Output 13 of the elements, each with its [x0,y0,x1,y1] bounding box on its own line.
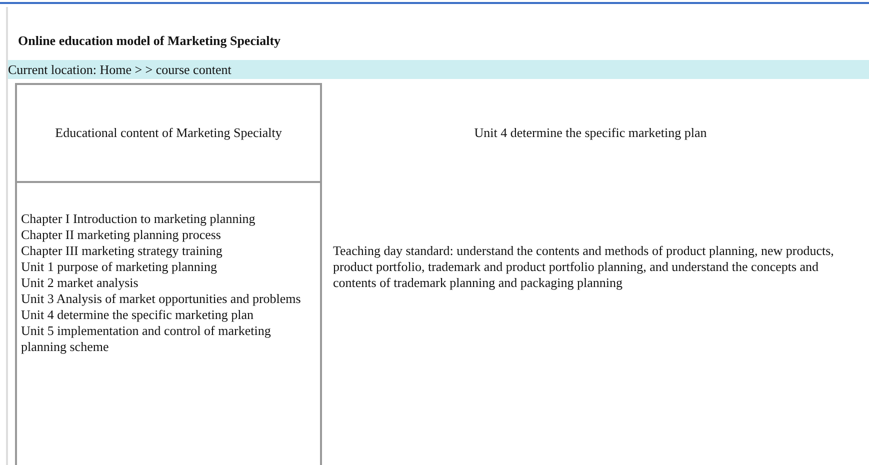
content-paragraph: Teaching day standard: understand the contents and methods of product planning, new products, product portfolio, trademark and product portfolio planning, and understand the concepts and contents of trademark planning and packaging planning [333,243,835,291]
course-item: Chapter II marketing planning process [21,227,222,243]
course-item: Unit 1 purpose of marketing planning [21,259,218,275]
course-item: Unit 2 market analysis [21,275,140,291]
content-heading: Unit 4 determine the specific marketing plan [474,125,707,141]
course-item: Unit 4 determine the specific marketing plan [21,307,254,323]
page-title: Online education model of Marketing Specialty [17,32,282,50]
sidebar-heading-cell: Educational content of Marketing Specialty [15,83,322,183]
breadcrumb: Current location: Home > > course content [8,60,869,79]
course-item: Unit 3 Analysis of market opportunities and problems [21,291,302,307]
course-item: Unit 5 implementation and control of marketing planning scheme [21,323,272,355]
course-item: Chapter III marketing strategy training [21,243,224,259]
course-item: Chapter I Introduction to marketing planning [21,211,256,227]
